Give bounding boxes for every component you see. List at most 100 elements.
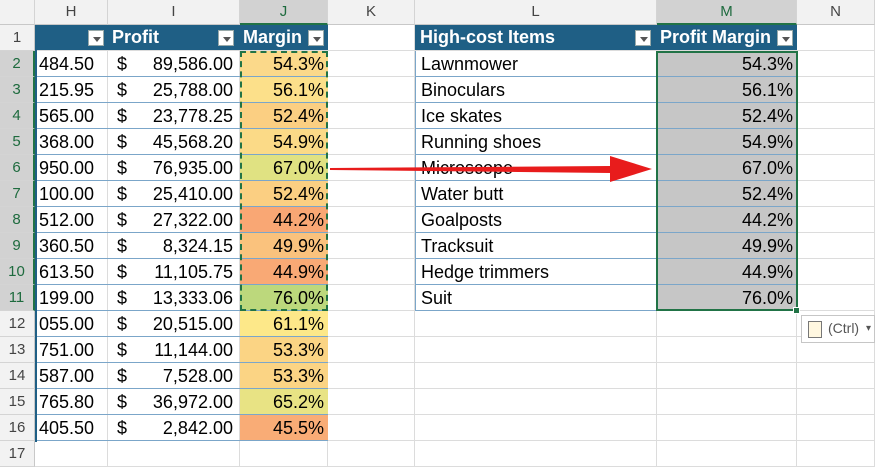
row-header-11[interactable]: 11 — [0, 285, 35, 311]
row-header-5[interactable]: 5 — [0, 129, 35, 155]
column-header-k[interactable]: K — [328, 0, 415, 25]
grid-cell[interactable] — [415, 389, 657, 415]
grid-cell[interactable] — [797, 51, 875, 77]
row-header-3[interactable]: 3 — [0, 77, 35, 103]
row-header-9[interactable]: 9 — [0, 233, 35, 259]
cell-h-value[interactable]: 215.95 — [36, 77, 108, 103]
grid-cell[interactable] — [797, 259, 875, 285]
row-header-6[interactable]: 6 — [0, 155, 35, 181]
grid-cell[interactable] — [657, 363, 797, 389]
cell-item-name[interactable]: Running shoes — [415, 129, 657, 155]
column-header-n[interactable]: N — [797, 0, 875, 25]
grid-cell[interactable] — [328, 77, 415, 103]
cell-h-value[interactable]: 100.00 — [36, 181, 108, 207]
grid-cell[interactable] — [328, 259, 415, 285]
grid-cell[interactable] — [240, 441, 328, 467]
grid-cell[interactable] — [657, 415, 797, 441]
column-header-m[interactable]: M — [657, 0, 797, 25]
row-header-1[interactable]: 1 — [0, 25, 35, 51]
paste-options-button[interactable]: (Ctrl) ▾ — [801, 315, 875, 343]
grid-cell[interactable] — [797, 181, 875, 207]
cell-item-name[interactable]: Binoculars — [415, 77, 657, 103]
filter-dropdown-icon[interactable] — [218, 30, 234, 46]
grid-cell[interactable] — [108, 441, 240, 467]
cell-item-name[interactable]: Hedge trimmers — [415, 259, 657, 285]
column-header-h[interactable]: H — [35, 0, 108, 25]
grid-cell[interactable] — [797, 285, 875, 311]
cell-h-value[interactable]: 199.00 — [36, 285, 108, 311]
grid-cell[interactable] — [797, 25, 875, 51]
grid-cell[interactable] — [797, 77, 875, 103]
grid-cell[interactable] — [328, 233, 415, 259]
cell-h-value[interactable]: 368.00 — [36, 129, 108, 155]
cell-h-value[interactable]: 950.00 — [36, 155, 108, 181]
cell-h-value[interactable]: 565.00 — [36, 103, 108, 129]
grid-cell[interactable] — [328, 103, 415, 129]
filter-dropdown-icon[interactable] — [308, 30, 324, 46]
grid-cell[interactable] — [328, 337, 415, 363]
grid-cell[interactable] — [797, 155, 875, 181]
cell-h-value[interactable]: 751.00 — [36, 337, 108, 363]
cell-item-name[interactable]: Ice skates — [415, 103, 657, 129]
grid-cell[interactable] — [328, 51, 415, 77]
cell-item-name[interactable]: Tracksuit — [415, 233, 657, 259]
grid-cell[interactable] — [328, 181, 415, 207]
grid-cell[interactable] — [797, 441, 875, 467]
cell-h-value[interactable]: 405.50 — [36, 415, 108, 441]
grid-cell[interactable] — [415, 441, 657, 467]
grid-cell[interactable] — [328, 415, 415, 441]
filter-dropdown-icon[interactable] — [88, 30, 104, 46]
column-header-j[interactable]: J — [240, 0, 328, 25]
cell-h-value[interactable]: 765.80 — [36, 389, 108, 415]
cell-h-value[interactable]: 587.00 — [36, 363, 108, 389]
grid-cell[interactable] — [35, 441, 108, 467]
grid-cell[interactable] — [657, 337, 797, 363]
cell-margin[interactable]: 61.1% — [240, 311, 328, 337]
grid-cell[interactable] — [797, 129, 875, 155]
grid-cell[interactable] — [797, 233, 875, 259]
row-header-17[interactable]: 17 — [0, 441, 35, 467]
grid-cell[interactable] — [328, 25, 415, 51]
column-header-i[interactable]: I — [108, 0, 240, 25]
fill-handle[interactable] — [793, 307, 800, 314]
cell-item-name[interactable]: Suit — [415, 285, 657, 311]
cell-item-name[interactable]: Goalposts — [415, 207, 657, 233]
grid-cell[interactable] — [328, 207, 415, 233]
filter-dropdown-icon[interactable] — [635, 30, 651, 46]
grid-cell[interactable] — [657, 441, 797, 467]
grid-cell[interactable] — [797, 363, 875, 389]
row-header-15[interactable]: 15 — [0, 389, 35, 415]
cell-h-value[interactable]: 055.00 — [36, 311, 108, 337]
cell-margin[interactable]: 65.2% — [240, 389, 328, 415]
grid-cell[interactable] — [328, 389, 415, 415]
cell-h-value[interactable]: 512.00 — [36, 207, 108, 233]
row-header-16[interactable]: 16 — [0, 415, 35, 441]
cell-item-name[interactable]: Lawnmower — [415, 51, 657, 77]
grid-cell[interactable] — [797, 207, 875, 233]
row-header-2[interactable]: 2 — [0, 51, 35, 77]
grid-cell[interactable] — [657, 389, 797, 415]
cell-margin[interactable]: 53.3% — [240, 363, 328, 389]
row-header-8[interactable]: 8 — [0, 207, 35, 233]
grid-cell[interactable] — [415, 415, 657, 441]
column-header-l[interactable]: L — [415, 0, 657, 25]
cell-margin[interactable]: 45.5% — [240, 415, 328, 441]
grid-cell[interactable] — [415, 363, 657, 389]
grid-cell[interactable] — [797, 103, 875, 129]
grid-cell[interactable] — [415, 337, 657, 363]
select-all-corner[interactable] — [0, 0, 35, 25]
grid-cell[interactable] — [328, 285, 415, 311]
grid-cell[interactable] — [797, 415, 875, 441]
row-header-12[interactable]: 12 — [0, 311, 35, 337]
filter-dropdown-icon[interactable] — [777, 30, 793, 46]
grid-cell[interactable] — [328, 129, 415, 155]
grid-cell[interactable] — [328, 363, 415, 389]
cell-h-value[interactable]: 360.50 — [36, 233, 108, 259]
cell-item-name[interactable]: Microscope — [415, 155, 657, 181]
row-header-7[interactable]: 7 — [0, 181, 35, 207]
grid-cell[interactable] — [328, 155, 415, 181]
cell-item-name[interactable]: Water butt — [415, 181, 657, 207]
grid-cell[interactable] — [328, 311, 415, 337]
row-header-4[interactable]: 4 — [0, 103, 35, 129]
row-header-14[interactable]: 14 — [0, 363, 35, 389]
